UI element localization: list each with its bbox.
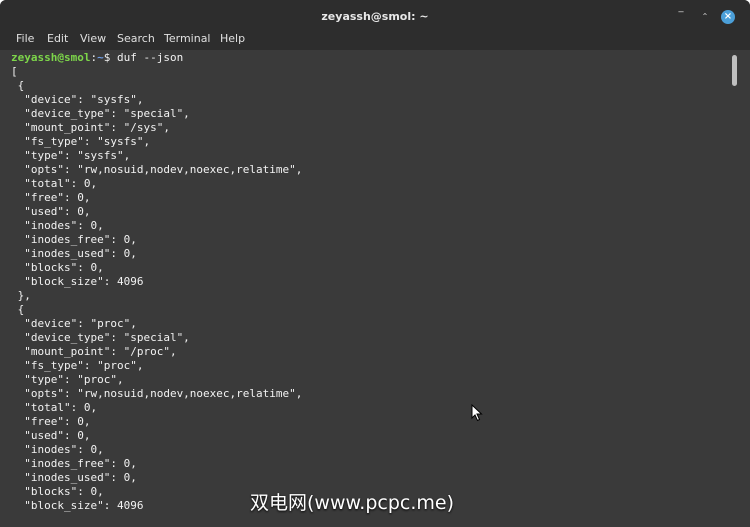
output-line: "inodes": 0, (11, 219, 104, 232)
scrollbar-thumb[interactable] (732, 55, 737, 86)
output-line: "device_type": "special", (11, 107, 190, 120)
vertical-scrollbar[interactable] (728, 50, 750, 527)
output-line: "mount_point": "/sys", (11, 121, 170, 134)
output-line: "inodes_used": 0, (11, 471, 137, 484)
output-line: [ (11, 65, 18, 78)
output-line: "device": "sysfs", (11, 93, 144, 106)
minimize-button[interactable]: ‾ (674, 10, 688, 24)
output-line: "device": "proc", (11, 317, 137, 330)
title-bar[interactable]: zeyassh@smol: ~ ‾ ⌃ × (0, 0, 750, 31)
menu-edit[interactable]: Edit (47, 31, 68, 50)
output-line: "free": 0, (11, 191, 91, 204)
prompt-dollar: $ (103, 51, 117, 64)
output-line: "block_size": 4096 (11, 275, 144, 288)
menu-file[interactable]: File (16, 31, 34, 50)
output-line: { (11, 79, 25, 92)
terminal-window: zeyassh@smol: ~ ‾ ⌃ × File Edit View Sea… (0, 0, 750, 527)
menu-view[interactable]: View (80, 31, 106, 50)
command-line: zeyassh@smol:~$ duf --json (11, 51, 183, 65)
prompt-user: zeyassh@smol (11, 51, 91, 64)
mouse-pointer-icon (471, 404, 483, 422)
output-line: "mount_point": "/proc", (11, 345, 177, 358)
output-line: "used": 0, (11, 429, 91, 442)
output-line: "type": "proc", (11, 373, 124, 386)
window-title: zeyassh@smol: ~ (321, 10, 429, 23)
menu-help[interactable]: Help (220, 31, 245, 50)
menu-terminal[interactable]: Terminal (164, 31, 211, 50)
watermark-text: 双电网(www.pcpc.me) (250, 492, 454, 514)
output-line: "inodes_used": 0, (11, 247, 137, 260)
menu-search[interactable]: Search (117, 31, 155, 50)
output-line: "device_type": "special", (11, 331, 190, 344)
close-button[interactable]: × (721, 10, 735, 24)
command-text: duf --json (116, 51, 184, 64)
output-line: "inodes_free": 0, (11, 457, 137, 470)
output-line: "inodes_free": 0, (11, 233, 137, 246)
output-line: { (11, 303, 25, 316)
output-line: "free": 0, (11, 415, 91, 428)
output-line: "fs_type": "proc", (11, 359, 144, 372)
output-line: "used": 0, (11, 205, 91, 218)
output-line: "blocks": 0, (11, 261, 104, 274)
output-line: }, (11, 289, 31, 302)
output-line: "inodes": 0, (11, 443, 104, 456)
output-line: "total": 0, (11, 401, 98, 414)
output-line: "opts": "rw,nosuid,nodev,noexec,relatime… (11, 387, 303, 400)
output-line: "fs_type": "sysfs", (11, 135, 151, 148)
output-line: "opts": "rw,nosuid,nodev,noexec,relatime… (11, 163, 303, 176)
output-line: "type": "sysfs", (11, 149, 131, 162)
menu-bar: File Edit View Search Terminal Help (0, 31, 750, 50)
output-line: "block_size": 4096 (11, 499, 144, 512)
maximize-button[interactable]: ⌃ (698, 10, 712, 24)
output-line: "blocks": 0, (11, 485, 104, 498)
prompt-path: ~ (97, 51, 104, 64)
output-line: "total": 0, (11, 177, 98, 190)
